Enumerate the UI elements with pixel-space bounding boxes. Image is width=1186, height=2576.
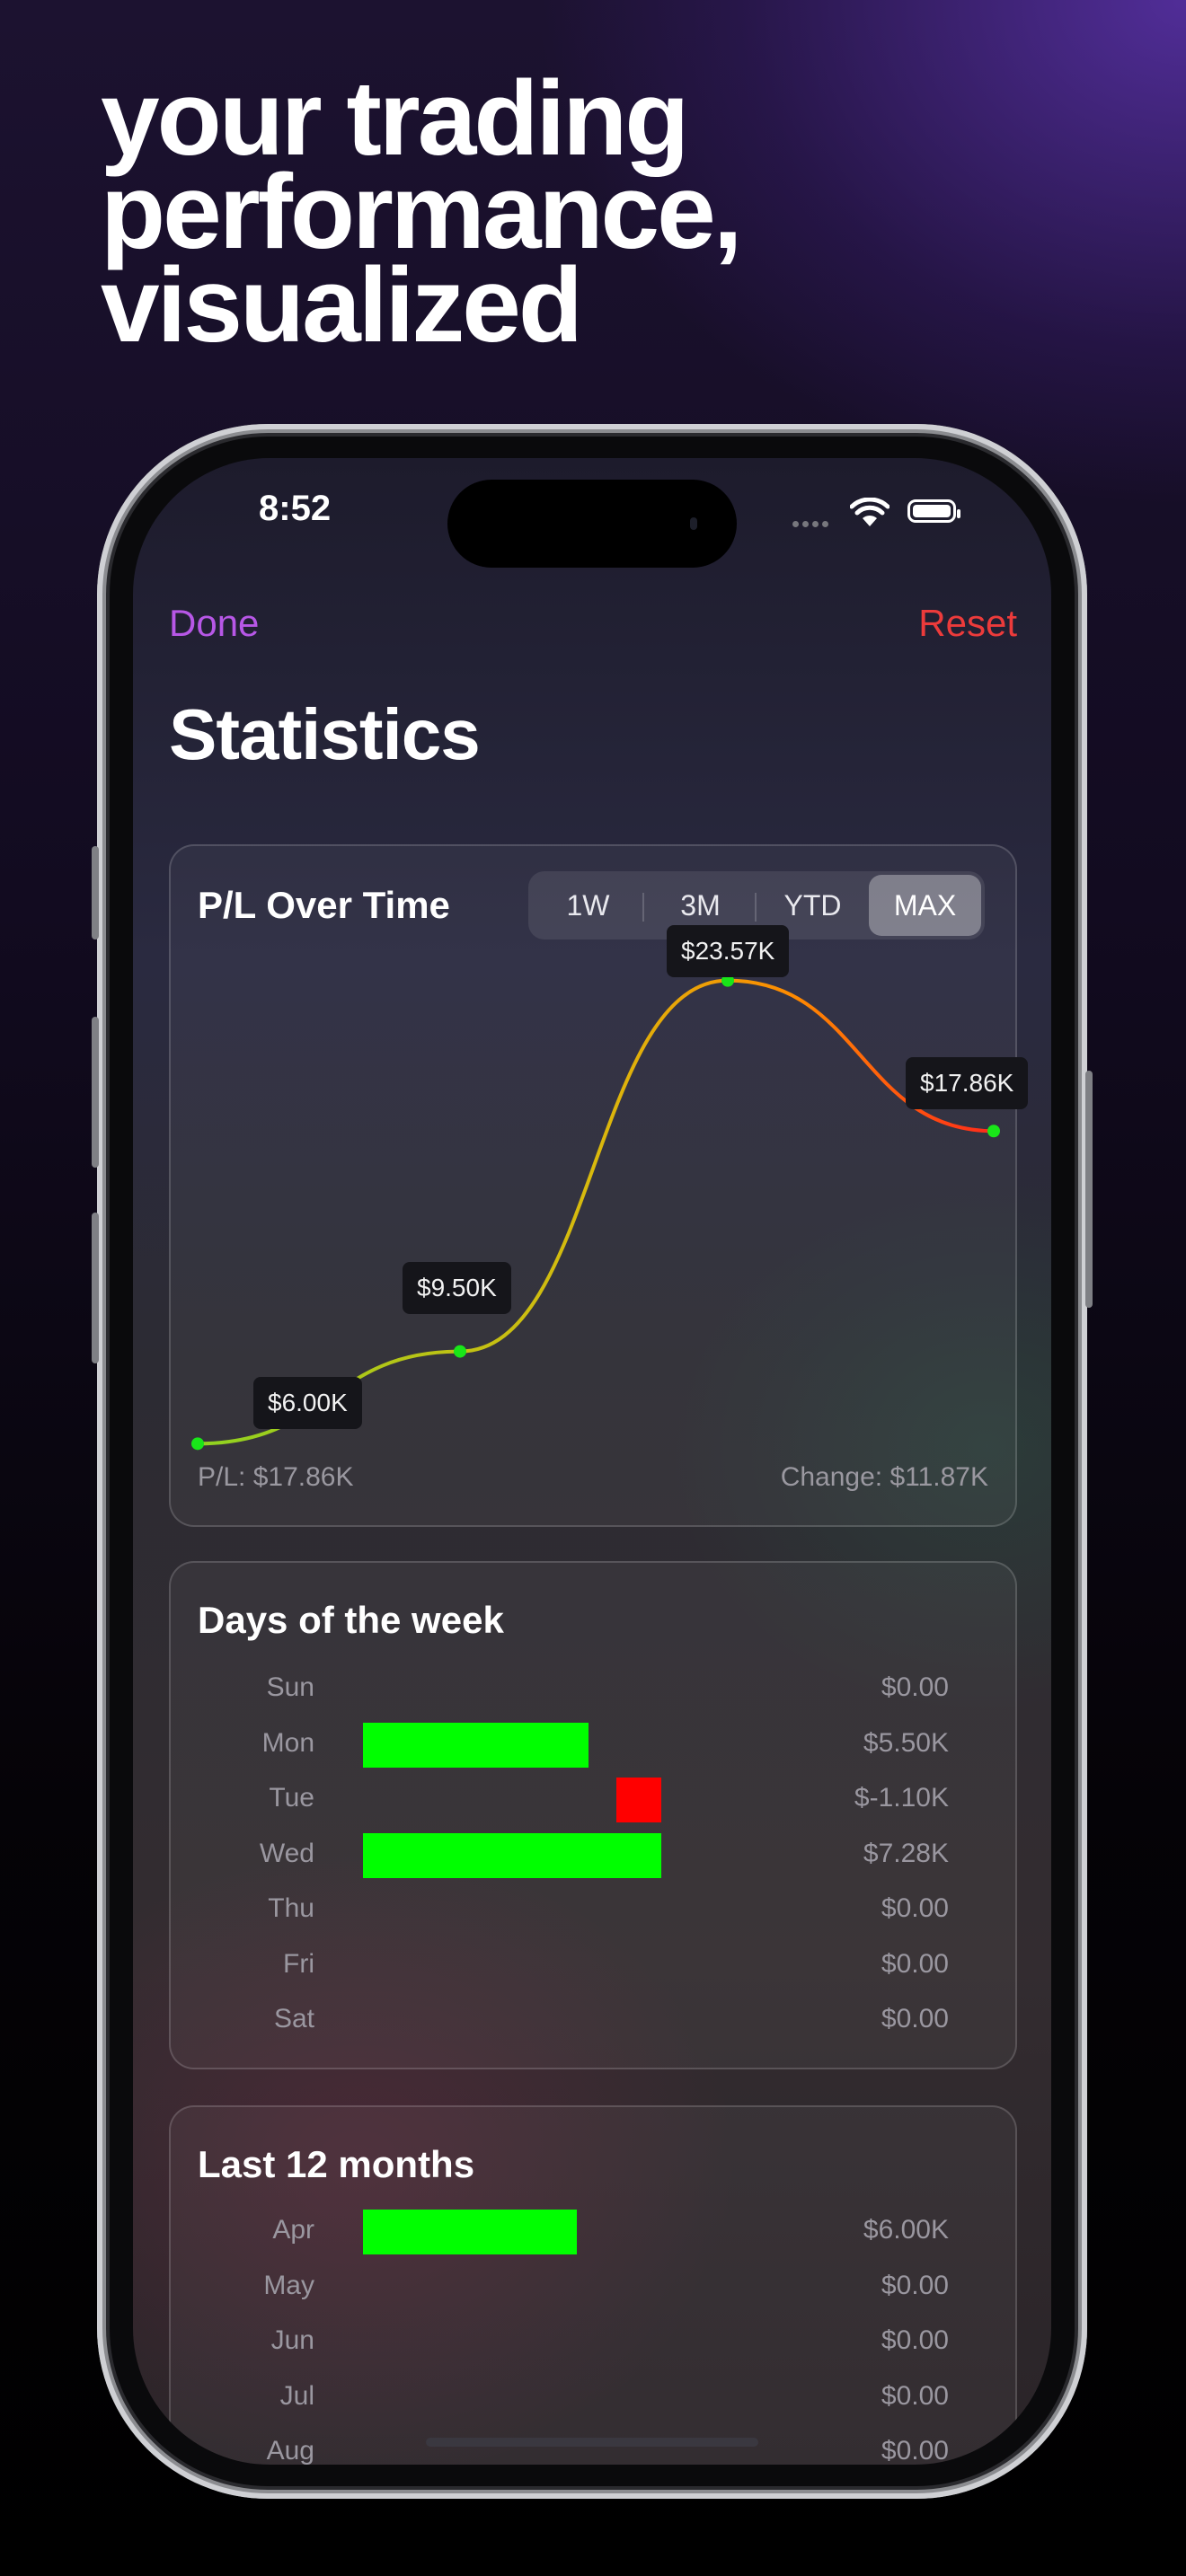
bar-row: Aug $0.00 bbox=[171, 2430, 1015, 2465]
bar-row-label: Jul bbox=[279, 2380, 314, 2411]
bar-row-value: $0.00 bbox=[881, 2270, 949, 2300]
volume-up-button bbox=[92, 1017, 99, 1168]
bar-row-value: $0.00 bbox=[881, 1948, 949, 1979]
home-indicator bbox=[426, 2438, 758, 2447]
bar-row-label: Sun bbox=[266, 1672, 314, 1702]
volume-down-button bbox=[92, 1213, 99, 1363]
battery-icon bbox=[907, 499, 960, 523]
last-12-months-card: Last 12 months Apr $6.00K May $0.00 Jun $0.00… bbox=[169, 2105, 1017, 2465]
positive-bar bbox=[363, 1832, 661, 1878]
bar-row-value: $6.00K bbox=[863, 2215, 949, 2245]
wifi-icon bbox=[850, 498, 890, 526]
pl-value-label: $17.86K bbox=[906, 1057, 1029, 1110]
bar-row-label: Aug bbox=[266, 2436, 314, 2465]
phone-frame: 8:52 Done Reset Statistics P/L Over Time… bbox=[92, 424, 1093, 2499]
headline-line-1: your trading bbox=[101, 59, 689, 178]
app-screen: 8:52 Done Reset Statistics P/L Over Time… bbox=[133, 458, 1051, 2465]
headline-line-2: performance, bbox=[101, 153, 743, 271]
pl-over-time-card: P/L Over Time 1W 3M YTD MAX $6.00K $9.50… bbox=[169, 844, 1029, 1527]
months-card-title: Last 12 months bbox=[198, 2143, 475, 2185]
bar-row-value: $0.00 bbox=[881, 2380, 949, 2411]
bar-row-label: Wed bbox=[259, 1838, 314, 1868]
bar-row-label: Jun bbox=[270, 2325, 314, 2355]
headline-line-3: visualized bbox=[101, 246, 583, 365]
bar-row: Thu $0.00 bbox=[171, 1888, 1015, 1933]
pl-series-line bbox=[197, 978, 995, 1446]
power-button bbox=[1085, 1071, 1093, 1308]
reset-button[interactable]: Reset bbox=[918, 602, 1017, 645]
pl-total-label: P/L: $17.86K bbox=[198, 1462, 354, 1492]
page-title: Statistics bbox=[169, 694, 481, 774]
pl-value-label: $23.57K bbox=[667, 924, 790, 977]
bar-row: Fri $0.00 bbox=[171, 1944, 1015, 1989]
negative-bar bbox=[616, 1778, 662, 1822]
bar-row-value: $-1.10K bbox=[854, 1783, 949, 1813]
done-button[interactable]: Done bbox=[169, 602, 259, 645]
pl-data-point bbox=[454, 1345, 466, 1358]
positive-bar bbox=[363, 2210, 578, 2254]
bar-row: Jul $0.00 bbox=[171, 2376, 1015, 2421]
bar-row-value: $0.00 bbox=[881, 1893, 949, 1923]
bar-row-label: Sat bbox=[273, 2004, 314, 2033]
cellular-signal-icon bbox=[792, 516, 832, 532]
days-card-title: Days of the week bbox=[198, 1599, 504, 1641]
bar-row-label: Apr bbox=[272, 2215, 314, 2245]
bar-row-label: Fri bbox=[283, 1948, 314, 1979]
headline: your trading performance, visualized bbox=[101, 59, 743, 365]
bar-row-value: $7.28K bbox=[863, 1838, 949, 1868]
bar-row: Sat $0.00 bbox=[171, 1998, 1015, 2043]
bar-row-value: $0.00 bbox=[881, 2004, 949, 2033]
bar-row: May $0.00 bbox=[171, 2265, 1015, 2310]
bar-row-value: $5.50K bbox=[863, 1727, 949, 1758]
bar-row: Sun $0.00 bbox=[171, 1667, 1015, 1712]
positive-bar bbox=[363, 1722, 589, 1768]
pl-data-point bbox=[987, 1125, 1000, 1138]
bar-row-value: $0.00 bbox=[881, 2436, 949, 2465]
camera-dot bbox=[690, 517, 697, 530]
status-time: 8:52 bbox=[259, 489, 332, 528]
pl-change-label: Change: $11.87K bbox=[780, 1462, 988, 1492]
bar-row: Tue $-1.10K bbox=[171, 1778, 1015, 1822]
dynamic-island bbox=[447, 480, 737, 568]
bar-row: Jun $0.00 bbox=[171, 2320, 1015, 2365]
bar-row-value: $0.00 bbox=[881, 1672, 949, 1702]
action-button bbox=[92, 846, 99, 940]
pl-data-point bbox=[191, 1437, 204, 1451]
bar-row: Wed $7.28K bbox=[171, 1832, 1015, 1878]
days-of-week-card: Days of the week Sun $0.00 Mon $5.50K Tue $-1… bbox=[169, 1561, 1017, 2069]
bar-row: Apr $6.00K bbox=[171, 2210, 1015, 2254]
bar-row-value: $0.00 bbox=[881, 2325, 949, 2355]
bar-row-label: May bbox=[263, 2270, 314, 2300]
bar-row-label: Tue bbox=[269, 1783, 314, 1813]
bar-row-label: Thu bbox=[268, 1893, 314, 1923]
pl-value-label: $6.00K bbox=[253, 1377, 362, 1430]
bar-row: Mon $5.50K bbox=[171, 1722, 1015, 1768]
pl-value-label: $9.50K bbox=[403, 1261, 511, 1314]
bar-row-label: Mon bbox=[261, 1727, 314, 1758]
